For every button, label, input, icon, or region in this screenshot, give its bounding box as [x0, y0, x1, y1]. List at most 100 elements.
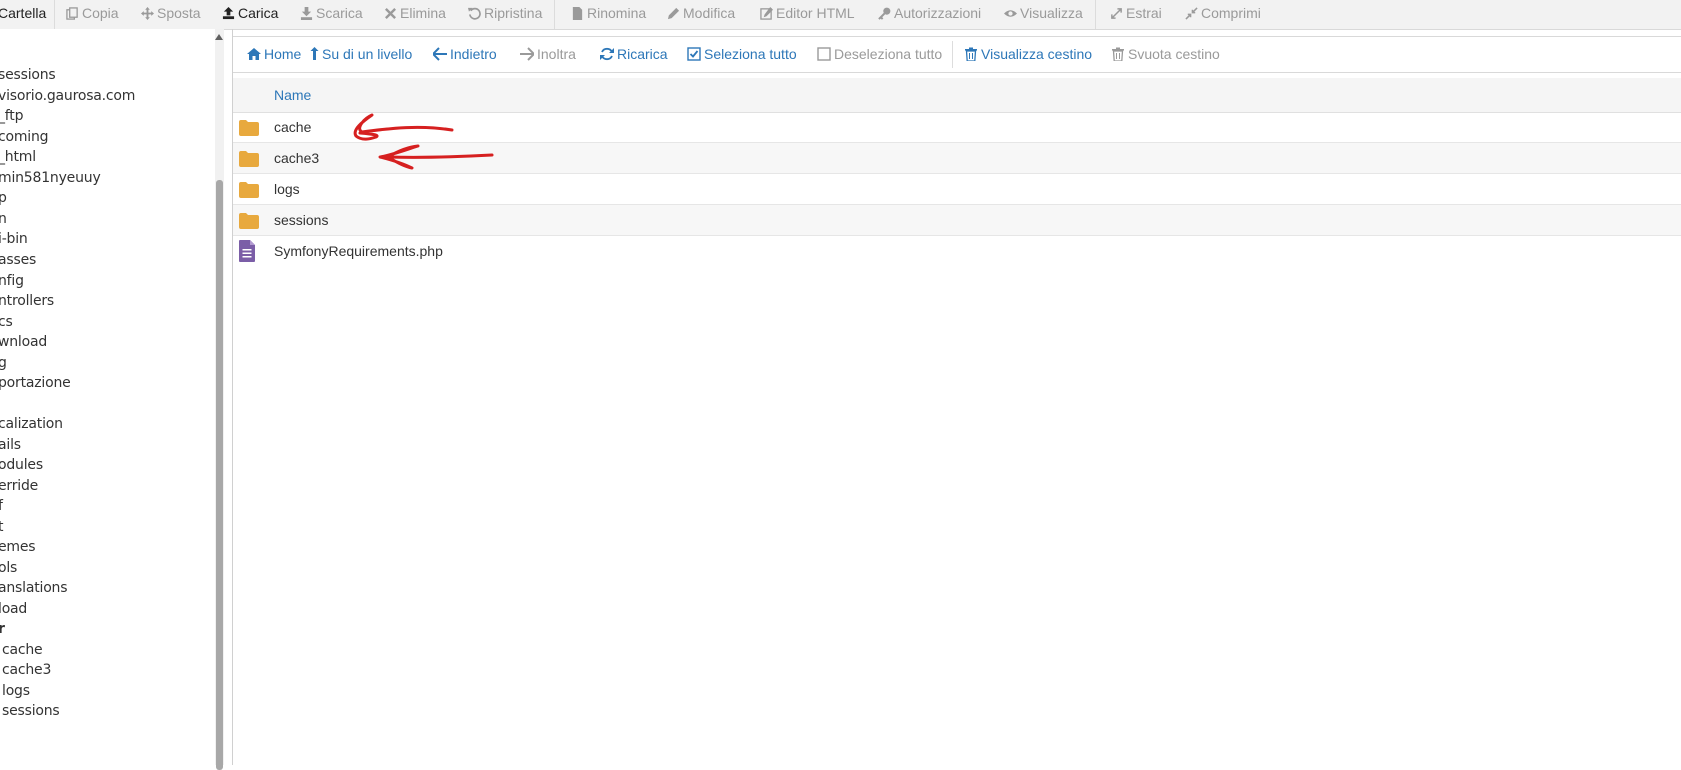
tree-item[interactable]: coming: [0, 129, 49, 145]
tree-item[interactable]: visorio.gaurosa.com: [0, 88, 135, 104]
toolbar-permissions-button[interactable]: Autorizzazioni: [878, 0, 981, 29]
toolbar-html-editor-button[interactable]: Editor HTML: [760, 0, 855, 29]
file-name: SymfonyRequirements.php: [274, 243, 443, 259]
file-row[interactable]: cache: [233, 112, 1681, 143]
toolbar-view-button[interactable]: Visualizza: [1004, 0, 1083, 29]
tree-item[interactable]: _ftp: [0, 108, 23, 124]
empty-trash-button[interactable]: Svuota cestino: [1111, 37, 1220, 72]
compress-icon: [1185, 7, 1198, 20]
file-name: logs: [274, 181, 300, 197]
tree-item[interactable]: emes: [0, 539, 36, 555]
tree-item[interactable]: load: [0, 601, 27, 617]
tree-item[interactable]: i-bin: [0, 231, 28, 247]
level-up-icon: [310, 47, 319, 60]
forward-button[interactable]: Inoltra: [520, 37, 576, 72]
tree-item[interactable]: wnload: [0, 334, 47, 350]
tree-item[interactable]: cs: [0, 314, 13, 330]
trash-icon: [1112, 47, 1124, 61]
tree-scrollbar[interactable]: [215, 29, 224, 770]
tree-subitem[interactable]: cache: [2, 642, 43, 658]
select-all-button[interactable]: Seleziona tutto: [687, 37, 797, 72]
column-header-name[interactable]: Name: [274, 87, 311, 103]
toolbar-copy-button[interactable]: Copia: [66, 0, 119, 29]
file-list-header: Name: [233, 78, 1681, 113]
scroll-up-arrow-icon[interactable]: [215, 34, 223, 40]
move-icon: [141, 7, 154, 20]
home-button[interactable]: Home: [247, 37, 301, 72]
tree-item[interactable]: asses: [0, 252, 36, 268]
upload-icon: [222, 7, 235, 20]
tree-item[interactable]: t: [0, 519, 4, 535]
tree-item[interactable]: odules: [0, 457, 43, 473]
delete-icon: [385, 8, 396, 19]
tree-item[interactable]: portazione: [0, 375, 71, 391]
toolbar-edit-button[interactable]: Modifica: [667, 0, 735, 29]
tree-item[interactable]: nfig: [0, 273, 24, 289]
view-trash-button[interactable]: Visualizza cestino: [964, 37, 1092, 72]
folder-icon: [239, 213, 259, 229]
tree-item[interactable]: ails: [0, 437, 21, 453]
toolbar-delete-button[interactable]: Elimina: [384, 0, 446, 29]
expand-icon: [1111, 8, 1122, 19]
edit-icon: [667, 7, 680, 20]
tree-item[interactable]: n: [0, 211, 7, 227]
tree-item[interactable]: erride: [0, 478, 38, 494]
toolbar-upload-button[interactable]: Carica: [222, 0, 278, 29]
navigation-bar: Home Su di un livello Indietro Inoltra R…: [233, 36, 1681, 73]
toolbar-download-button[interactable]: Scarica: [300, 0, 363, 29]
folder-icon: [239, 182, 259, 198]
toolbar-separator: [1095, 0, 1096, 29]
action-separator: [952, 41, 953, 68]
toolbar-separator: [554, 0, 555, 29]
eye-icon: [1004, 10, 1017, 17]
top-toolbar: Cartella Copia Sposta Carica Scarica Eli…: [0, 0, 1681, 30]
file-name: sessions: [274, 212, 329, 228]
tree-item[interactable]: ols: [0, 560, 17, 576]
scrollbar-thumb[interactable]: [216, 180, 223, 770]
folder-icon: [239, 120, 259, 136]
deselect-all-button[interactable]: Deseleziona tutto: [817, 37, 942, 72]
toolbar-restore-button[interactable]: Ripristina: [468, 0, 542, 29]
tree-subitem[interactable]: cache3: [2, 662, 51, 678]
tree-item[interactable]: sessions: [0, 67, 56, 83]
download-icon: [300, 7, 313, 20]
toolbar-compress-button[interactable]: Comprimi: [1185, 0, 1261, 29]
arrow-left-icon: [433, 47, 447, 61]
toolbar-extract-button[interactable]: Estrai: [1110, 0, 1162, 29]
toolbar-move-button[interactable]: Sposta: [141, 0, 201, 29]
reload-button[interactable]: Ricarica: [600, 37, 668, 72]
tree-item[interactable]: _html: [0, 149, 36, 165]
trash-icon: [965, 47, 977, 61]
tree-item[interactable]: p: [0, 190, 7, 206]
key-icon: [878, 7, 891, 20]
tree-subitem[interactable]: logs: [2, 683, 30, 699]
level-up-button[interactable]: Su di un livello: [310, 37, 412, 72]
tree-item-current[interactable]: r: [0, 621, 5, 637]
tree-item[interactable]: g: [0, 355, 7, 371]
toolbar-rename-button[interactable]: Rinomina: [571, 0, 646, 29]
file-name: cache3: [274, 150, 320, 166]
tree-subitem[interactable]: sessions: [2, 703, 60, 719]
file-row[interactable]: SymfonyRequirements.php: [233, 236, 1681, 266]
tree-item[interactable]: ntrollers: [0, 293, 54, 309]
refresh-icon: [600, 47, 614, 61]
file-row[interactable]: cache3: [233, 143, 1681, 174]
folder-tree: sessions visorio.gaurosa.com _ftp coming…: [0, 29, 218, 765]
file-row[interactable]: logs: [233, 174, 1681, 205]
tree-item[interactable]: f: [0, 498, 3, 514]
html-editor-icon: [760, 7, 773, 20]
back-button[interactable]: Indietro: [433, 37, 497, 72]
php-file-icon: [239, 240, 255, 262]
tree-item[interactable]: calization: [0, 416, 63, 432]
rename-icon: [572, 7, 583, 20]
restore-icon: [468, 7, 481, 20]
tree-item[interactable]: anslations: [0, 580, 68, 596]
copy-icon: [66, 7, 78, 20]
file-name: cache: [274, 119, 312, 135]
folder-icon: [239, 151, 259, 167]
home-icon: [247, 48, 261, 60]
checked-box-icon: [687, 47, 701, 61]
toolbar-cartella[interactable]: Cartella: [0, 0, 46, 29]
file-row[interactable]: sessions: [233, 205, 1681, 236]
tree-item[interactable]: min581nyeuuy: [0, 170, 101, 186]
